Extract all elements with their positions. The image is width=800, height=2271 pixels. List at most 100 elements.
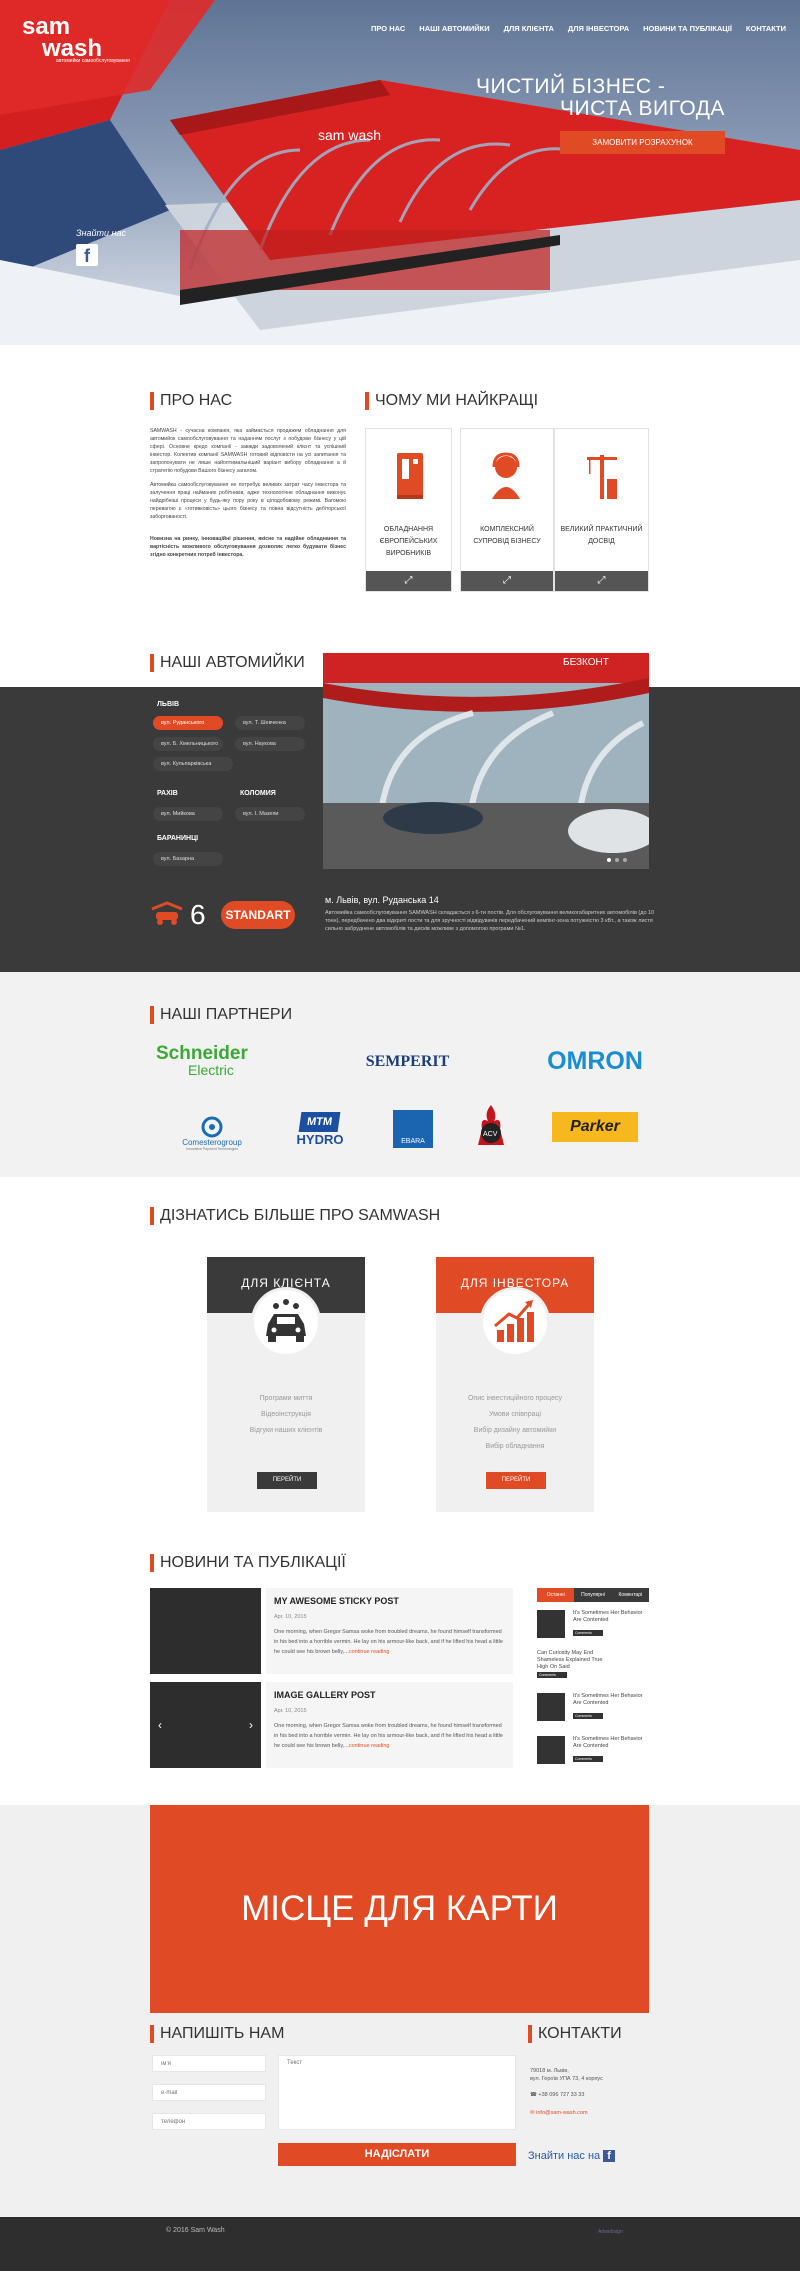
facebook-icon[interactable]: f [603, 2150, 615, 2162]
phone-number[interactable]: +38 096 727 33 33 [538, 2092, 584, 2098]
continue-reading-link[interactable]: continue reading [349, 1649, 390, 1655]
partner-logo-comestero[interactable]: Comesterogroup Innovative Payment Techno… [174, 1110, 250, 1156]
widget-item[interactable]: It's Sometimes Her Behavior Are Contente… [537, 1691, 649, 1723]
nav-item-washes[interactable]: НАШІ АВТОМИЙКИ [419, 24, 489, 33]
widget-item-title: It's Sometimes Her Behavior Are Contente… [573, 1736, 643, 1749]
hero-title: ЧИСТИЙ БІЗНЕС - ЧИСТА ВИГОДА [476, 76, 725, 120]
city-rakhiv: РАХІВ [157, 790, 178, 797]
logo[interactable]: sam wash [22, 15, 102, 61]
continue-reading-link[interactable]: continue reading [349, 1743, 390, 1749]
about-paragraph-3: Новизна на ринку, інноваційні рішення, я… [150, 536, 346, 558]
address-tab[interactable]: вул. Б. Хмельницького [153, 737, 223, 751]
partner-logo-ebara[interactable]: EBARA [393, 1110, 433, 1148]
client-link[interactable]: Відгуки наших клієнтів [207, 1423, 365, 1439]
partner-logo-mtm[interactable]: MTM HYDRO [292, 1103, 348, 1155]
email-line: ✉ info@sam-wash.com [530, 2109, 603, 2117]
chevron-left-icon[interactable]: ‹ [158, 1718, 162, 1732]
address-tab[interactable]: вул. Кульпарківська [153, 757, 233, 771]
client-link[interactable]: Програми миття [207, 1391, 365, 1407]
posts-count: 6 [190, 899, 206, 930]
why-card-label: ВЕЛИКИЙ ПРАКТИЧНИЙ ДОСВІД [560, 526, 643, 545]
car-wash-photo[interactable]: БЕЗКОНТ [323, 653, 649, 869]
map-placeholder[interactable]: МІСЦЕ ДЛЯ КАРТИ [150, 1805, 649, 2013]
mtm-line1: MTM [299, 1111, 341, 1132]
investor-link[interactable]: Опис інвестиційного процесу [436, 1391, 594, 1407]
why-card-label: КОМПЛЕКСНИЙ СУПРОВІД БІЗНЕСУ [473, 526, 541, 545]
find-us-facebook[interactable]: Знайти нас на f [528, 2150, 615, 2162]
message-textarea[interactable] [278, 2055, 516, 2130]
widget-item[interactable]: Can Curiosity May End Shameless Explaine… [537, 1648, 649, 1680]
about-paragraph-2: Автомийка самообслуговування не потребує… [150, 482, 346, 520]
partner-logo-semperit[interactable]: SEMPERIT [335, 1050, 480, 1074]
crane-icon [587, 455, 617, 499]
tab-comments[interactable]: Коментарі [611, 1588, 649, 1602]
address-tab[interactable]: вул. Руданського [153, 716, 223, 730]
address-tab[interactable]: вул. Мийкова [153, 807, 223, 821]
send-button[interactable]: НАДІСЛАТИ [278, 2143, 516, 2166]
city-kolomyia: КОЛОМИЯ [240, 790, 276, 797]
developer-link[interactable]: Artwebsign [598, 2229, 623, 2235]
client-link[interactable]: Відеоінструкція [207, 1407, 365, 1423]
form-title: НАПИШІТЬ НАМ [150, 2025, 284, 2043]
news-thumbnail[interactable] [150, 1588, 261, 1674]
address-tab[interactable]: вул. Наукова [235, 737, 305, 751]
investor-go-button[interactable]: ПЕРЕЙТИ [486, 1472, 546, 1489]
logo-tagline: автомийки самообслуговування [56, 58, 130, 64]
client-go-button[interactable]: ПЕРЕЙТИ [257, 1472, 317, 1489]
contacts-title: КОНТАКТИ [528, 2025, 622, 2043]
tab-latest[interactable]: Останні [537, 1588, 575, 1602]
why-card-equipment[interactable]: ОБЛАДНАННЯ ЄВРОПЕЙСЬКИХ ВИРОБНИКІВ ⤢ [365, 428, 452, 592]
expand-icon[interactable]: ⤢ [555, 571, 648, 591]
why-card-experience[interactable]: ВЕЛИКИЙ ПРАКТИЧНИЙ ДОСВІД ⤢ [554, 428, 649, 592]
investor-link[interactable]: Умови співпраці [436, 1407, 594, 1423]
why-card-label: ОБЛАДНАННЯ ЄВРОПЕЙСЬКИХ ВИРОБНИКІВ [379, 526, 438, 557]
widget-item[interactable]: It's Sometimes Her Behavior Are Contente… [537, 1734, 649, 1766]
nav-item-news[interactable]: НОВИНИ ТА ПУБЛІКАЦІЇ [643, 24, 732, 33]
schneider-line1: Schneider [156, 1043, 248, 1064]
news-post-date: Арг. 10, 2015 [274, 1614, 307, 1620]
nav-item-client[interactable]: ДЛЯ КЛІЄНТА [504, 24, 554, 33]
news-post: IMAGE GALLERY POST Арг. 10, 2015 One mor… [266, 1682, 513, 1768]
comments-badge: Comments [537, 1672, 567, 1678]
chevron-right-icon[interactable]: › [249, 1718, 253, 1732]
hero-title-line2: ЧИСТА ВИГОДА [560, 97, 725, 120]
contact-info: 79018 м. Львів, вул. Героїв УПА 73, 4 ко… [530, 2067, 603, 2117]
news-gallery[interactable]: ‹ › [150, 1682, 261, 1768]
expand-icon[interactable]: ⤢ [366, 571, 451, 591]
order-calculation-button[interactable]: ЗАМОВИТИ РОЗРАХУНОК [560, 131, 725, 154]
widget-item[interactable]: It's Sometimes Her Behavior Are Contente… [537, 1608, 649, 1640]
phone-input[interactable] [152, 2113, 266, 2130]
facebook-icon[interactable]: f [76, 244, 98, 266]
photo-banner: БЕЗКОНТ [563, 657, 609, 668]
tab-popular[interactable]: Популярні [574, 1588, 612, 1602]
address-line1: 79018 м. Львів, [530, 2068, 569, 2074]
investor-link[interactable]: Вибір обладнання [436, 1439, 594, 1455]
partner-logo-schneider[interactable]: Schneider Electric [156, 1042, 276, 1080]
why-card-support[interactable]: КОМПЛЕКСНИЙ СУПРОВІД БІЗНЕСУ ⤢ [460, 428, 554, 592]
investor-link[interactable]: Вибір дизайну автомийки [436, 1423, 594, 1439]
partner-logo-omron[interactable]: OMRON [536, 1045, 654, 1077]
news-post: MY AWESOME STICKY POST Арг. 10, 2015 One… [266, 1588, 513, 1674]
name-input[interactable] [152, 2055, 266, 2072]
partner-logo-acv[interactable]: ACV [474, 1103, 508, 1147]
news-post-title[interactable]: IMAGE GALLERY POST [274, 1690, 513, 1700]
news-post-title[interactable]: MY AWESOME STICKY POST [274, 1596, 513, 1606]
learn-title: ДІЗНАТИСЬ БІЛЬШЕ ПРО SAMWASH [150, 1207, 440, 1225]
partners-title: НАШІ ПАРТНЕРИ [150, 1006, 292, 1024]
find-us-label: Знайти нас на [528, 2150, 601, 2162]
partner-logo-parker[interactable]: Parker [552, 1112, 638, 1142]
expand-icon[interactable]: ⤢ [461, 571, 553, 591]
nav-item-investor[interactable]: ДЛЯ ІНВЕСТОРА [568, 24, 629, 33]
address-tab[interactable]: вул. Базарна [153, 852, 223, 866]
car-wash-post-icon [151, 901, 183, 925]
email-input[interactable] [152, 2084, 266, 2101]
car-wash-icon [251, 1287, 321, 1357]
comestero-name: Comesterogroup [182, 1137, 242, 1147]
address-tab[interactable]: вул. Т. Шевченка [235, 716, 305, 730]
standart-badge[interactable]: STANDART [221, 901, 295, 929]
address-tab[interactable]: вул. І. Мазепи [235, 807, 305, 821]
email-link[interactable]: info@sam-wash.com [536, 2110, 587, 2116]
why-title: ЧОМУ МИ НАЙКРАЩІ [365, 392, 538, 410]
nav-item-about[interactable]: ПРО НАС [371, 24, 405, 33]
nav-item-contacts[interactable]: КОНТАКТИ [746, 24, 786, 33]
